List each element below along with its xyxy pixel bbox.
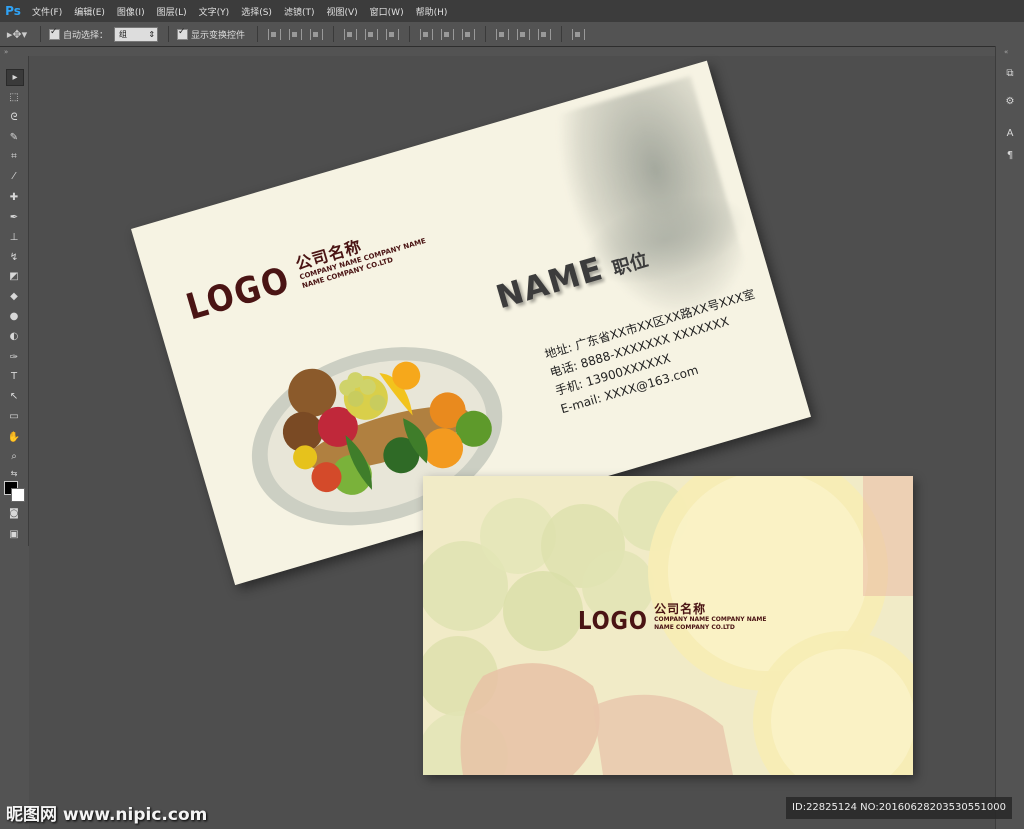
- divider: [485, 26, 487, 42]
- distribute-bottom-icon[interactable]: [462, 28, 476, 40]
- quick-select-tool-icon[interactable]: ✎: [6, 130, 22, 145]
- tools-panel: » ▸ ⬚ ᘓ ✎ ⌗ ⁄ ✚ ✒ ⊥ ↯ ◩ ◆ ● ◐ ✑ T ↖ ▭ ✋ …: [0, 48, 29, 546]
- zoom-tool-icon[interactable]: ⌕: [6, 449, 22, 464]
- history-brush-tool-icon[interactable]: ↯: [6, 250, 22, 265]
- back-logo-group: LOGO 公司名称 COMPANY NAME COMPANY NAME NAME…: [578, 602, 766, 634]
- properties-panel-icon[interactable]: ⚙: [1002, 94, 1018, 110]
- back-logo-text: LOGO: [578, 606, 648, 635]
- business-card-back: LOGO 公司名称 COMPANY NAME COMPANY NAME NAME…: [423, 476, 913, 775]
- divider: [409, 26, 411, 42]
- auto-select-dropdown[interactable]: 组: [114, 26, 159, 42]
- person-name: NAME: [491, 249, 608, 317]
- divider: [561, 26, 563, 42]
- show-transform-label: 显示变换控件: [191, 30, 246, 41]
- back-company-name-en-line1: COMPANY NAME COMPANY NAME: [654, 616, 767, 623]
- type-tool-icon[interactable]: T: [6, 369, 22, 384]
- back-company-name-en-line2: NAME COMPANY CO.LTD: [654, 624, 735, 631]
- distribute-left-icon[interactable]: [496, 28, 510, 40]
- align-vcenter-icon[interactable]: [289, 28, 303, 40]
- panel-dock: « ⧉ ⚙ A ¶: [995, 46, 1024, 829]
- character-panel-icon[interactable]: A: [1002, 126, 1018, 142]
- background-color-swatch[interactable]: [11, 488, 25, 502]
- dodge-tool-icon[interactable]: ◐: [6, 329, 22, 344]
- marquee-tool-icon[interactable]: ⬚: [6, 90, 22, 105]
- brush-tool-icon[interactable]: ✒: [6, 210, 22, 225]
- logo-text: LOGO: [181, 259, 296, 329]
- move-tool-preset-icon[interactable]: ▸✥▾: [0, 28, 34, 41]
- collapse-arrow-icon[interactable]: «: [1004, 48, 1008, 56]
- paint-bucket-tool-icon[interactable]: ◆: [6, 289, 22, 304]
- collapse-arrow-icon[interactable]: »: [4, 48, 8, 56]
- divider: [40, 26, 41, 42]
- menu-help[interactable]: 帮助(H): [410, 5, 454, 18]
- lasso-tool-icon[interactable]: ᘓ: [6, 110, 22, 125]
- eyedropper-tool-icon[interactable]: ⁄: [6, 169, 22, 184]
- divider: [168, 26, 170, 42]
- menu-view[interactable]: 视图(V): [320, 5, 363, 18]
- screen-mode-icon[interactable]: ▣: [6, 527, 22, 542]
- menu-layer[interactable]: 图层(L): [151, 5, 193, 18]
- move-tool-icon[interactable]: ▸: [6, 69, 24, 86]
- align-right-icon[interactable]: [386, 28, 400, 40]
- auto-select-checkbox[interactable]: [49, 27, 60, 40]
- paragraph-panel-icon[interactable]: ¶: [1002, 148, 1018, 164]
- show-transform-checkbox[interactable]: [177, 27, 189, 40]
- healing-brush-tool-icon[interactable]: ✚: [6, 190, 22, 205]
- options-bar: ▸✥▾ 自动选择： 组 显示变换控件: [0, 22, 1024, 47]
- clone-stamp-tool-icon[interactable]: ⊥: [6, 230, 22, 245]
- pen-tool-icon[interactable]: ✑: [6, 350, 22, 365]
- align-bottom-icon[interactable]: [310, 28, 324, 40]
- menu-window[interactable]: 窗口(W): [364, 5, 410, 18]
- hand-tool-icon[interactable]: ✋: [6, 430, 22, 445]
- quick-mask-icon[interactable]: ◙: [6, 506, 22, 521]
- swap-colors-icon[interactable]: ⇆: [6, 466, 22, 481]
- menu-file[interactable]: 文件(F): [26, 5, 68, 18]
- menu-filter[interactable]: 滤镜(T): [278, 5, 321, 18]
- site-watermark: 昵图网 www.nipic.com: [6, 805, 208, 825]
- eraser-tool-icon[interactable]: ◩: [6, 269, 22, 284]
- menu-bar: Ps 文件(F) 编辑(E) 图像(I) 图层(L) 文字(Y) 选择(S) 滤…: [0, 0, 1024, 23]
- auto-align-layers-icon[interactable]: [572, 28, 586, 40]
- divider: [333, 26, 335, 42]
- menu-image[interactable]: 图像(I): [111, 5, 151, 18]
- menu-edit[interactable]: 编辑(E): [68, 5, 111, 18]
- align-hcenter-icon[interactable]: [365, 28, 379, 40]
- auto-select-label: 自动选择：: [63, 30, 109, 41]
- company-name-block: 公司名称 COMPANY NAME COMPANY NAME NAME COMP…: [293, 220, 430, 291]
- image-id-watermark: ID:22825124 NO:20160628203530551000: [786, 797, 1012, 819]
- history-panel-icon[interactable]: ⧉: [1002, 66, 1018, 82]
- menu-select[interactable]: 选择(S): [235, 5, 278, 18]
- menu-type[interactable]: 文字(Y): [193, 5, 236, 18]
- distribute-right-icon[interactable]: [538, 28, 552, 40]
- align-top-icon[interactable]: [268, 28, 282, 40]
- path-select-tool-icon[interactable]: ↖: [6, 389, 22, 404]
- crop-tool-icon[interactable]: ⌗: [6, 149, 22, 164]
- photoshop-logo-icon: Ps: [5, 4, 21, 18]
- align-left-icon[interactable]: [344, 28, 358, 40]
- distribute-vcenter-icon[interactable]: [441, 28, 455, 40]
- distribute-top-icon[interactable]: [420, 28, 434, 40]
- divider: [257, 26, 259, 42]
- back-company-name-block: 公司名称 COMPANY NAME COMPANY NAME NAME COMP…: [654, 602, 766, 632]
- back-company-name-cn: 公司名称: [654, 602, 707, 616]
- rectangle-tool-icon[interactable]: ▭: [6, 409, 22, 424]
- blur-tool-icon[interactable]: ●: [6, 309, 22, 324]
- distribute-hcenter-icon[interactable]: [517, 28, 531, 40]
